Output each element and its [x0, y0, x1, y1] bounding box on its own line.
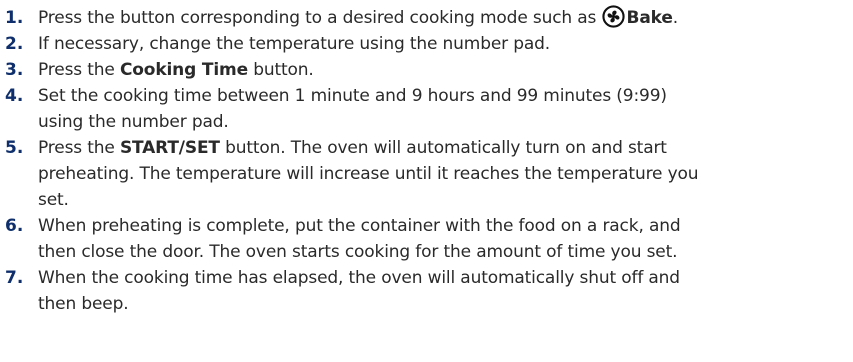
step-text: Press the Cooking Time button.: [38, 60, 314, 80]
step-text: When the cooking time has elapsed, the o…: [38, 268, 680, 314]
cooking-time-label: Cooking Time: [119, 60, 248, 80]
step-number: 2.: [5, 34, 24, 54]
bake-mode-label: Bake: [626, 8, 673, 28]
convection-fan-icon: [601, 5, 625, 28]
step-text: Set the cooking time between 1 minute an…: [38, 86, 667, 132]
start-set-label: START/SET: [119, 138, 220, 158]
step-number: 5.: [5, 138, 24, 158]
step-text: Press the button corresponding to a desi…: [38, 5, 838, 31]
step-number: 3.: [5, 60, 24, 80]
step-text: If necessary, change the temperature usi…: [38, 34, 551, 54]
step-number: 1.: [5, 8, 24, 28]
step-number: 6.: [5, 216, 24, 236]
step-text: Press the START/SET button. The oven wil…: [38, 138, 699, 210]
step-number: 4.: [5, 86, 24, 106]
step-number: 7.: [5, 268, 24, 288]
step-text: When preheating is complete, put the con…: [38, 216, 681, 262]
